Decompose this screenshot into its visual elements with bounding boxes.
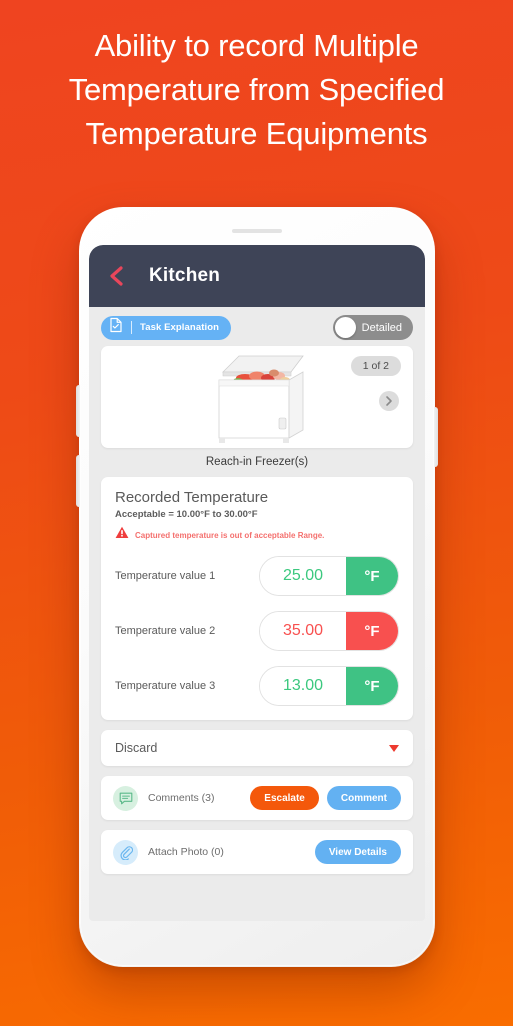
chevron-right-icon[interactable] <box>379 391 399 411</box>
phone-mockup: Kitchen Task Explanation Detailed 1 of 2… <box>76 207 438 967</box>
comments-label: Comments (3) <box>148 792 215 804</box>
temperature-label-1: Temperature value 1 <box>115 570 216 582</box>
task-explanation-label: Task Explanation <box>140 322 220 333</box>
detailed-toggle[interactable]: Detailed <box>332 315 413 340</box>
task-explanation-button[interactable]: Task Explanation <box>101 315 232 340</box>
screen-toolbar: Task Explanation Detailed <box>89 307 425 346</box>
out-of-range-warning: Captured temperature is out of acceptabl… <box>115 526 399 544</box>
page-headline: Ability to record Multiple Temperature f… <box>68 28 445 151</box>
phone-power-button <box>434 407 438 467</box>
comment-button[interactable]: Comment <box>326 786 401 810</box>
view-details-button[interactable]: View Details <box>314 840 401 864</box>
equipment-carousel: 1 of 2 <box>101 346 413 448</box>
page-title: Kitchen <box>149 265 221 286</box>
app-navbar: Kitchen <box>89 245 425 307</box>
temperature-value-1[interactable]: 25.00 <box>260 557 346 595</box>
equipment-caption: Reach-in Freezer(s) <box>205 456 309 468</box>
toggle-knob <box>334 317 356 338</box>
paperclip-icon <box>113 839 138 865</box>
temperature-input-1[interactable]: 25.00 °F <box>259 556 399 596</box>
temperature-input-3[interactable]: 13.00 °F <box>259 666 399 706</box>
temperature-label-2: Temperature value 2 <box>115 625 216 637</box>
temperature-unit-2: °F <box>346 612 398 650</box>
attach-photo-row: Attach Photo (0) View Details <box>101 830 413 874</box>
attach-photo-label: Attach Photo (0) <box>148 846 224 858</box>
carousel-counter: 1 of 2 <box>350 356 401 376</box>
phone-speaker <box>232 229 282 233</box>
temperature-row: Temperature value 3 13.00 °F <box>115 666 399 706</box>
speech-bubble-icon <box>113 785 138 811</box>
temperature-row: Temperature value 1 25.00 °F <box>115 556 399 596</box>
recorded-temperature-card: Recorded Temperature Acceptable = 10.00°… <box>101 477 413 720</box>
acceptable-range-text: Acceptable = 10.00°F to 30.00°F <box>115 509 258 520</box>
document-check-icon <box>109 317 123 338</box>
temperature-input-2[interactable]: 35.00 °F <box>259 611 399 651</box>
warning-text: Captured temperature is out of acceptabl… <box>135 530 325 540</box>
phone-volume-up-button <box>76 385 80 437</box>
action-select-value: Discard <box>115 741 158 755</box>
temperature-unit-1: °F <box>346 557 398 595</box>
warning-triangle-icon <box>115 526 129 544</box>
temperature-row: Temperature value 2 35.00 °F <box>115 611 399 651</box>
caret-down-icon[interactable] <box>389 744 399 752</box>
chevron-left-icon[interactable] <box>105 263 127 289</box>
detailed-toggle-label: Detailed <box>361 321 402 334</box>
temperature-value-3[interactable]: 13.00 <box>260 667 346 705</box>
freezer-image <box>218 355 304 443</box>
temperature-unit-3: °F <box>346 667 398 705</box>
phone-volume-down-button <box>76 455 80 507</box>
temperature-value-2[interactable]: 35.00 <box>260 612 346 650</box>
temperature-label-3: Temperature value 3 <box>115 680 216 692</box>
comments-row: Comments (3) Escalate Comment <box>101 776 413 820</box>
phone-screen: Kitchen Task Explanation Detailed 1 of 2… <box>89 245 425 921</box>
pill-divider <box>131 321 132 334</box>
escalate-button[interactable]: Escalate <box>250 786 319 810</box>
action-select[interactable]: Discard <box>101 730 413 766</box>
recorded-temperature-title: Recorded Temperature <box>115 489 269 506</box>
